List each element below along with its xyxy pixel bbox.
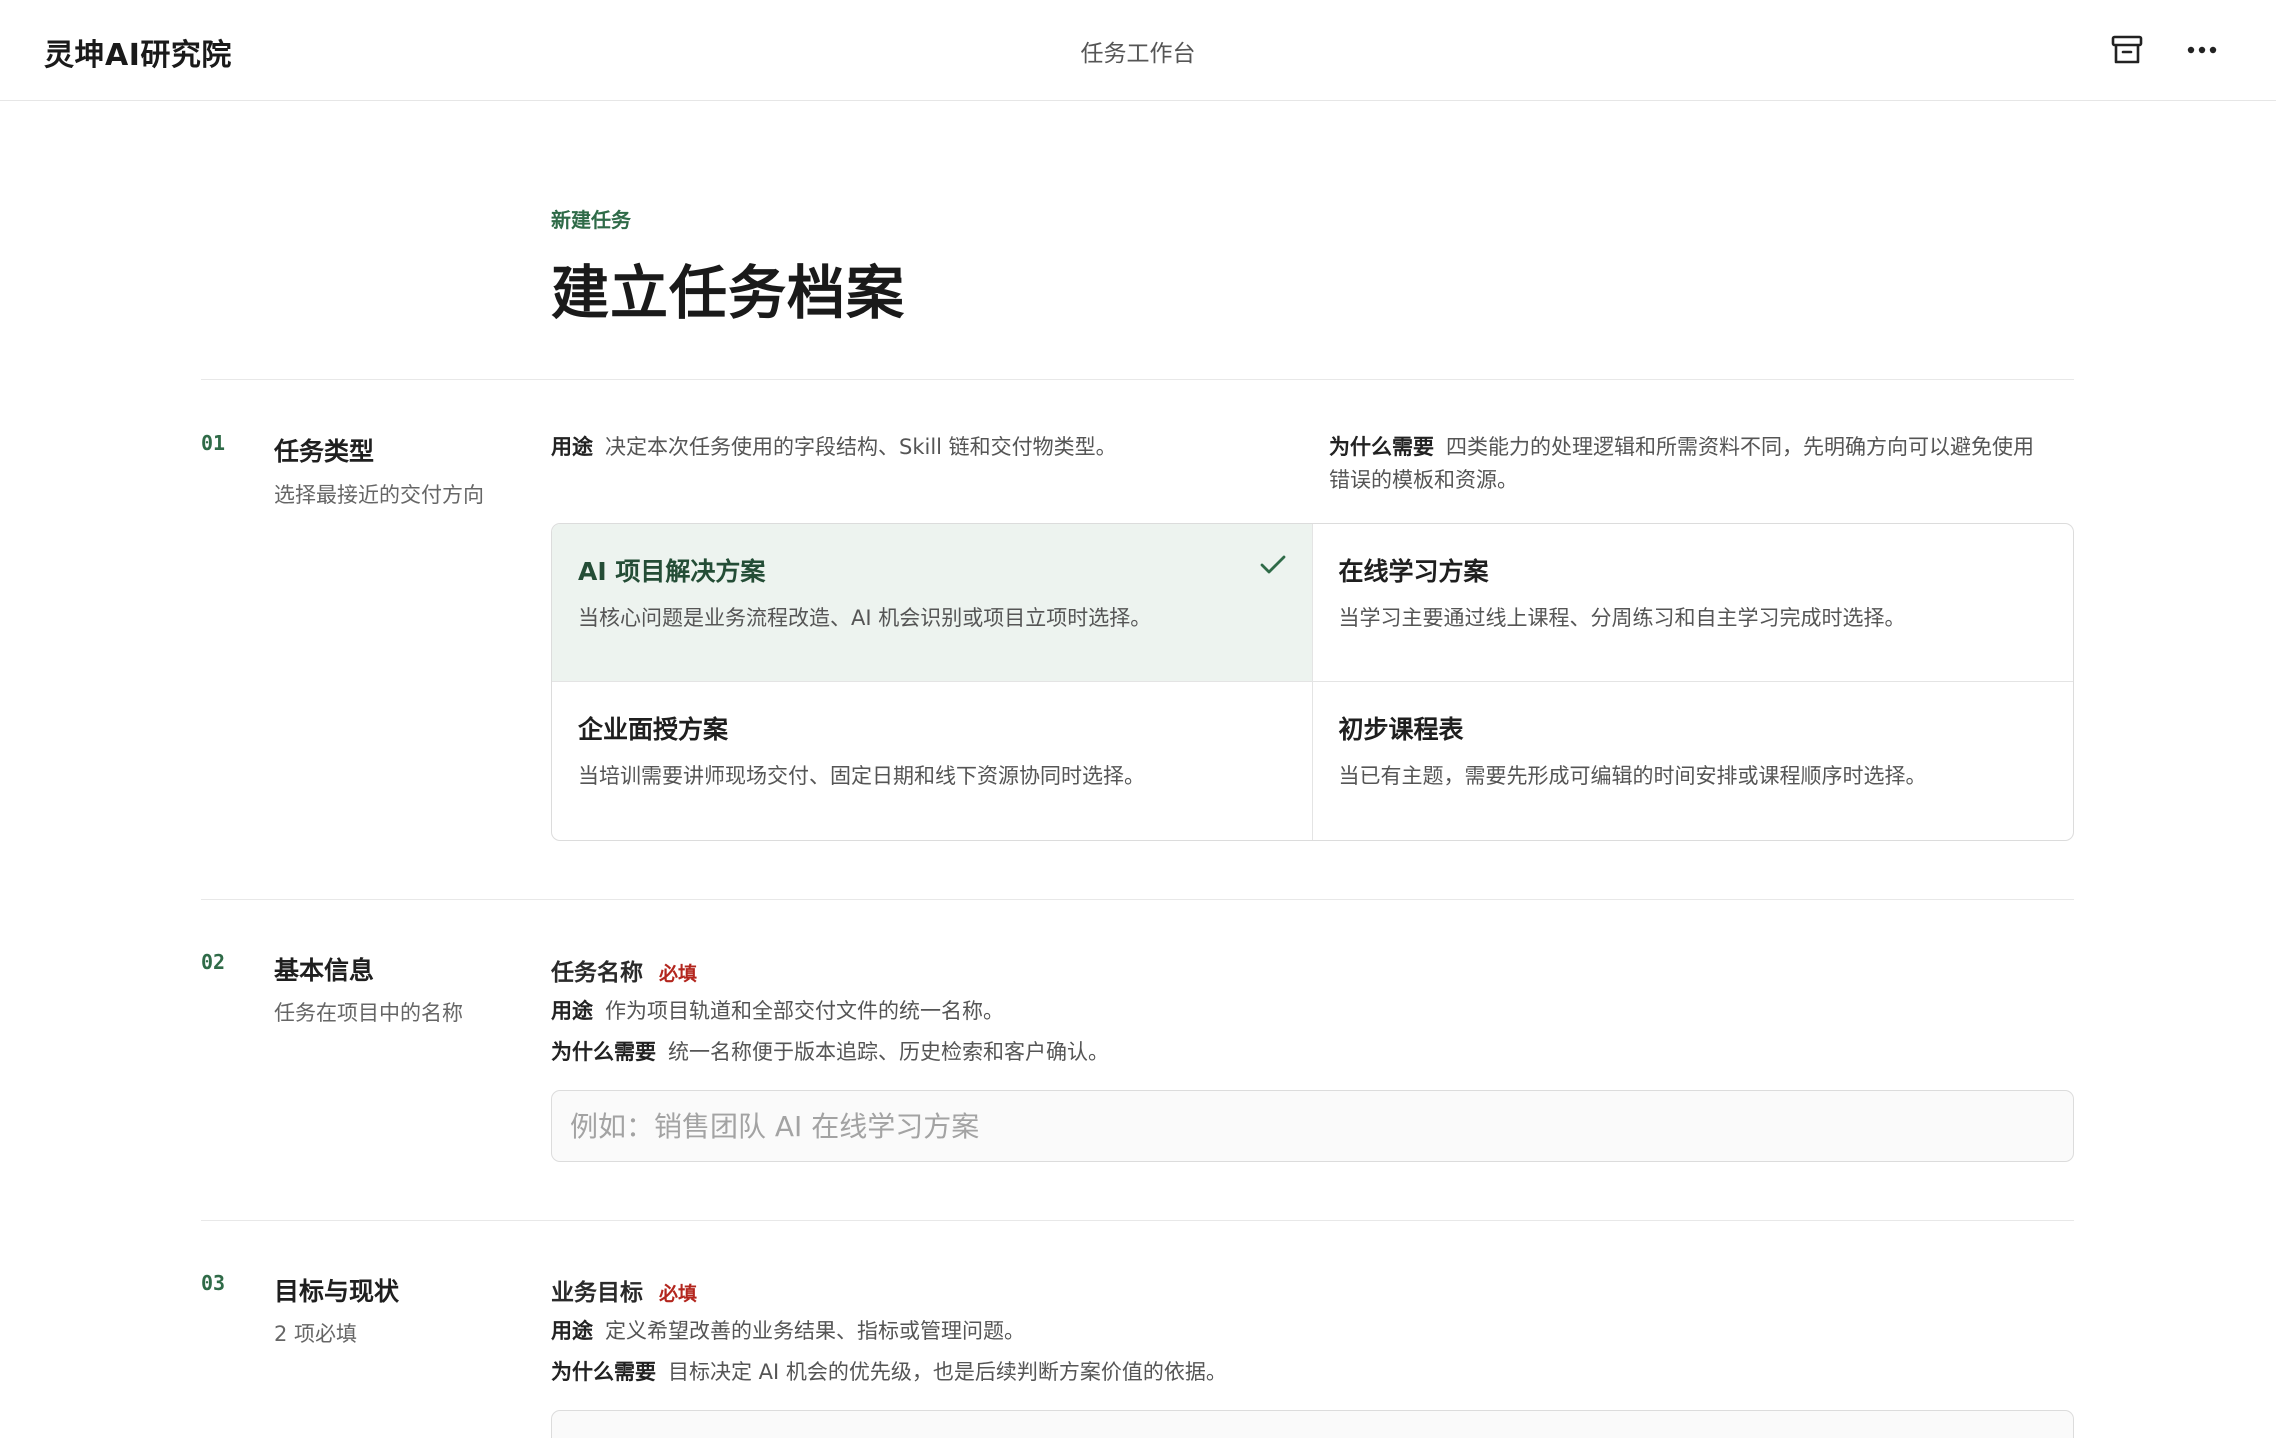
purpose-description: 用途 作为项目轨道和全部交付文件的统一名称。 [551,995,1004,1028]
task-type-option[interactable]: 企业面授方案 当培训需要讲师现场交付、固定日期和线下资源协同时选择。 [552,682,1313,840]
purpose-text: 作为项目轨道和全部交付文件的统一名称。 [605,999,1004,1023]
divider [201,899,2074,900]
task-type-option[interactable]: 在线学习方案 当学习主要通过线上课程、分周练习和自主学习完成时选择。 [1312,524,2073,682]
section-title: 基本信息 [274,956,375,985]
why-label: 为什么需要 [551,1360,656,1384]
divider [201,379,2074,380]
section-subtitle: 任务在项目中的名称 [274,1001,463,1025]
why-text: 四类能力的处理逻辑和所需资料不同，先明确方向可以避免使用 [1446,435,2034,459]
why-label: 为什么需要 [1329,435,1434,459]
section-number: 02 [201,950,226,974]
field-label-text: 业务目标 [551,1280,643,1306]
purpose-text: 决定本次任务使用的字段结构、Skill 链和交付物类型。 [605,435,1117,459]
purpose-text: 定义希望改善的业务结果、指标或管理问题。 [605,1319,1025,1343]
purpose-description: 用途 定义希望改善的业务结果、指标或管理问题。 [551,1315,1025,1348]
field-label: 任务名称 必填 [551,953,697,987]
more-icon[interactable] [2182,34,2222,66]
why-text: 统一名称便于版本追踪、历史检索和客户确认。 [668,1040,1109,1064]
task-type-option[interactable]: AI 项目解决方案 当核心问题是业务流程改造、AI 机会识别或项目立项时选择。 [552,524,1313,682]
option-description: 当培训需要讲师现场交付、固定日期和线下资源协同时选择。 [578,764,1145,788]
why-description: 为什么需要 统一名称便于版本追踪、历史检索和客户确认。 [551,1036,1109,1069]
purpose-label: 用途 [551,999,593,1023]
why-label: 为什么需要 [551,1040,656,1064]
top-bar: 灵坤AI研究院 任务工作台 [0,0,2276,101]
option-description: 当已有主题，需要先形成可编辑的时间安排或课程顺序时选择。 [1338,764,1927,788]
section-number: 01 [201,431,226,455]
task-type-option[interactable]: 初步课程表 当已有主题，需要先形成可编辑的时间安排或课程顺序时选择。 [1313,682,2074,840]
required-badge: 必填 [659,1283,698,1305]
check-icon [1260,554,1286,576]
section-title: 目标与现状 [274,1277,400,1306]
section-number: 03 [201,1271,226,1295]
field-label-text: 任务名称 [551,960,643,986]
field-label: 业务目标 必填 [551,1273,697,1307]
purpose-label: 用途 [551,1319,593,1343]
option-title: 企业面授方案 [578,715,729,744]
business-goal-input[interactable] [551,1410,2074,1438]
section-title: 任务类型 [274,437,375,466]
page-title: 建立任务档案 [551,259,906,327]
why-description: 为什么需要 四类能力的处理逻辑和所需资料不同，先明确方向可以避免使用 [1329,431,2034,464]
purpose-label: 用途 [551,435,593,459]
why-description-continued: 错误的模板和资源。 [1329,468,1518,492]
option-description: 当核心问题是业务流程改造、AI 机会识别或项目立项时选择。 [578,606,1152,630]
purpose-description: 用途 决定本次任务使用的字段结构、Skill 链和交付物类型。 [551,431,1117,464]
why-description: 为什么需要 目标决定 AI 机会的优先级，也是后续判断方案价值的依据。 [551,1356,1227,1389]
task-name-input[interactable] [551,1090,2074,1162]
why-text: 目标决定 AI 机会的优先级，也是后续判断方案价值的依据。 [668,1360,1227,1384]
option-title: 在线学习方案 [1338,557,1489,586]
option-description: 当学习主要通过线上课程、分周练习和自主学习完成时选择。 [1338,606,1906,630]
workspace-title: 任务工作台 [1080,41,1196,67]
task-type-options: AI 项目解决方案 当核心问题是业务流程改造、AI 机会识别或项目立项时选择。 … [551,523,2074,841]
section-subtitle: 选择最接近的交付方向 [274,483,484,507]
section-subtitle: 2 项必填 [274,1322,358,1346]
page-eyebrow: 新建任务 [551,208,631,232]
divider [201,1220,2074,1221]
option-title: AI 项目解决方案 [578,557,766,586]
option-title: 初步课程表 [1338,715,1464,744]
archive-icon[interactable] [2110,34,2144,66]
required-badge: 必填 [659,963,698,985]
